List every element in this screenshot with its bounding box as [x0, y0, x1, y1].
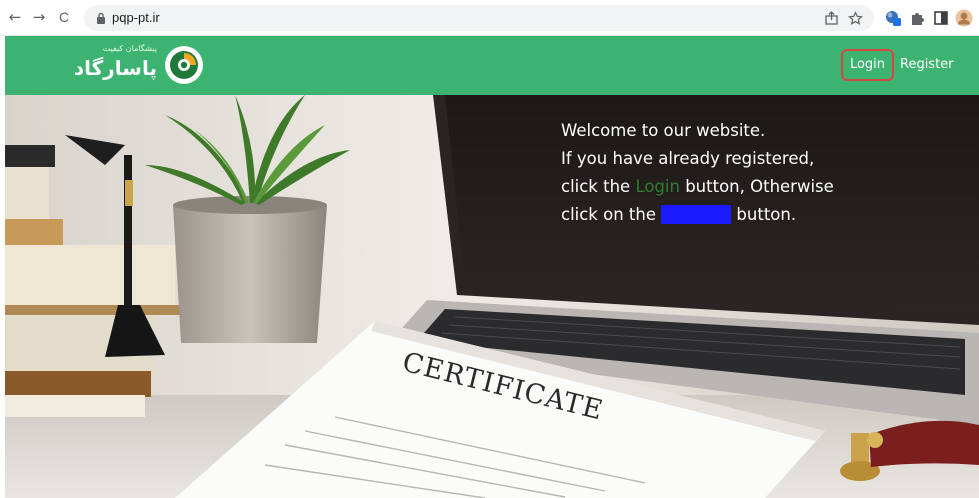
browser-toolbar: ← → C pqp-pt.ir: [0, 0, 979, 36]
url-text: pqp-pt.ir: [112, 10, 160, 25]
hero-banner: CERTIFICATE Welcome to our website. If y…: [5, 95, 979, 498]
profile-avatar[interactable]: [955, 9, 973, 27]
extensions-puzzle-icon[interactable]: [908, 9, 926, 27]
logo-mark-icon: [165, 46, 203, 84]
register-highlight-text: Register: [661, 205, 732, 224]
welcome-line-4-prefix: click on the: [561, 205, 662, 224]
welcome-line-4-suffix: button.: [731, 205, 797, 224]
welcome-line-3: click the Login button, Otherwise: [561, 173, 921, 201]
site-header: پیشگامان کیفیت پاسارگاد Login Register: [5, 36, 979, 95]
site-logo[interactable]: پیشگامان کیفیت پاسارگاد: [67, 42, 207, 88]
logo-title: پاسارگاد: [73, 56, 157, 80]
bookmark-star-icon[interactable]: [848, 11, 863, 26]
extension-badge-icon[interactable]: [884, 9, 902, 27]
welcome-line-1: Welcome to our website.: [561, 121, 766, 140]
back-button[interactable]: ←: [6, 8, 24, 26]
lock-icon: [97, 12, 105, 24]
welcome-line-3-suffix: button, Otherwise: [679, 177, 834, 196]
welcome-line-3-prefix: click the: [561, 177, 636, 196]
reload-button[interactable]: C: [55, 8, 73, 26]
share-icon[interactable]: [824, 11, 839, 26]
logo-subtitle: پیشگامان کیفیت: [102, 44, 157, 53]
register-link[interactable]: Register: [900, 49, 954, 81]
welcome-line-4: click on the Register button.: [561, 201, 921, 229]
login-link[interactable]: Login: [841, 49, 894, 81]
forward-button[interactable]: →: [30, 8, 48, 26]
welcome-line-2: If you have already registered,: [561, 149, 815, 168]
side-panel-icon[interactable]: [932, 9, 950, 27]
address-bar[interactable]: pqp-pt.ir: [84, 5, 874, 31]
welcome-message: Welcome to our website. If you have alre…: [561, 117, 921, 229]
login-highlight-text: Login: [635, 177, 680, 196]
